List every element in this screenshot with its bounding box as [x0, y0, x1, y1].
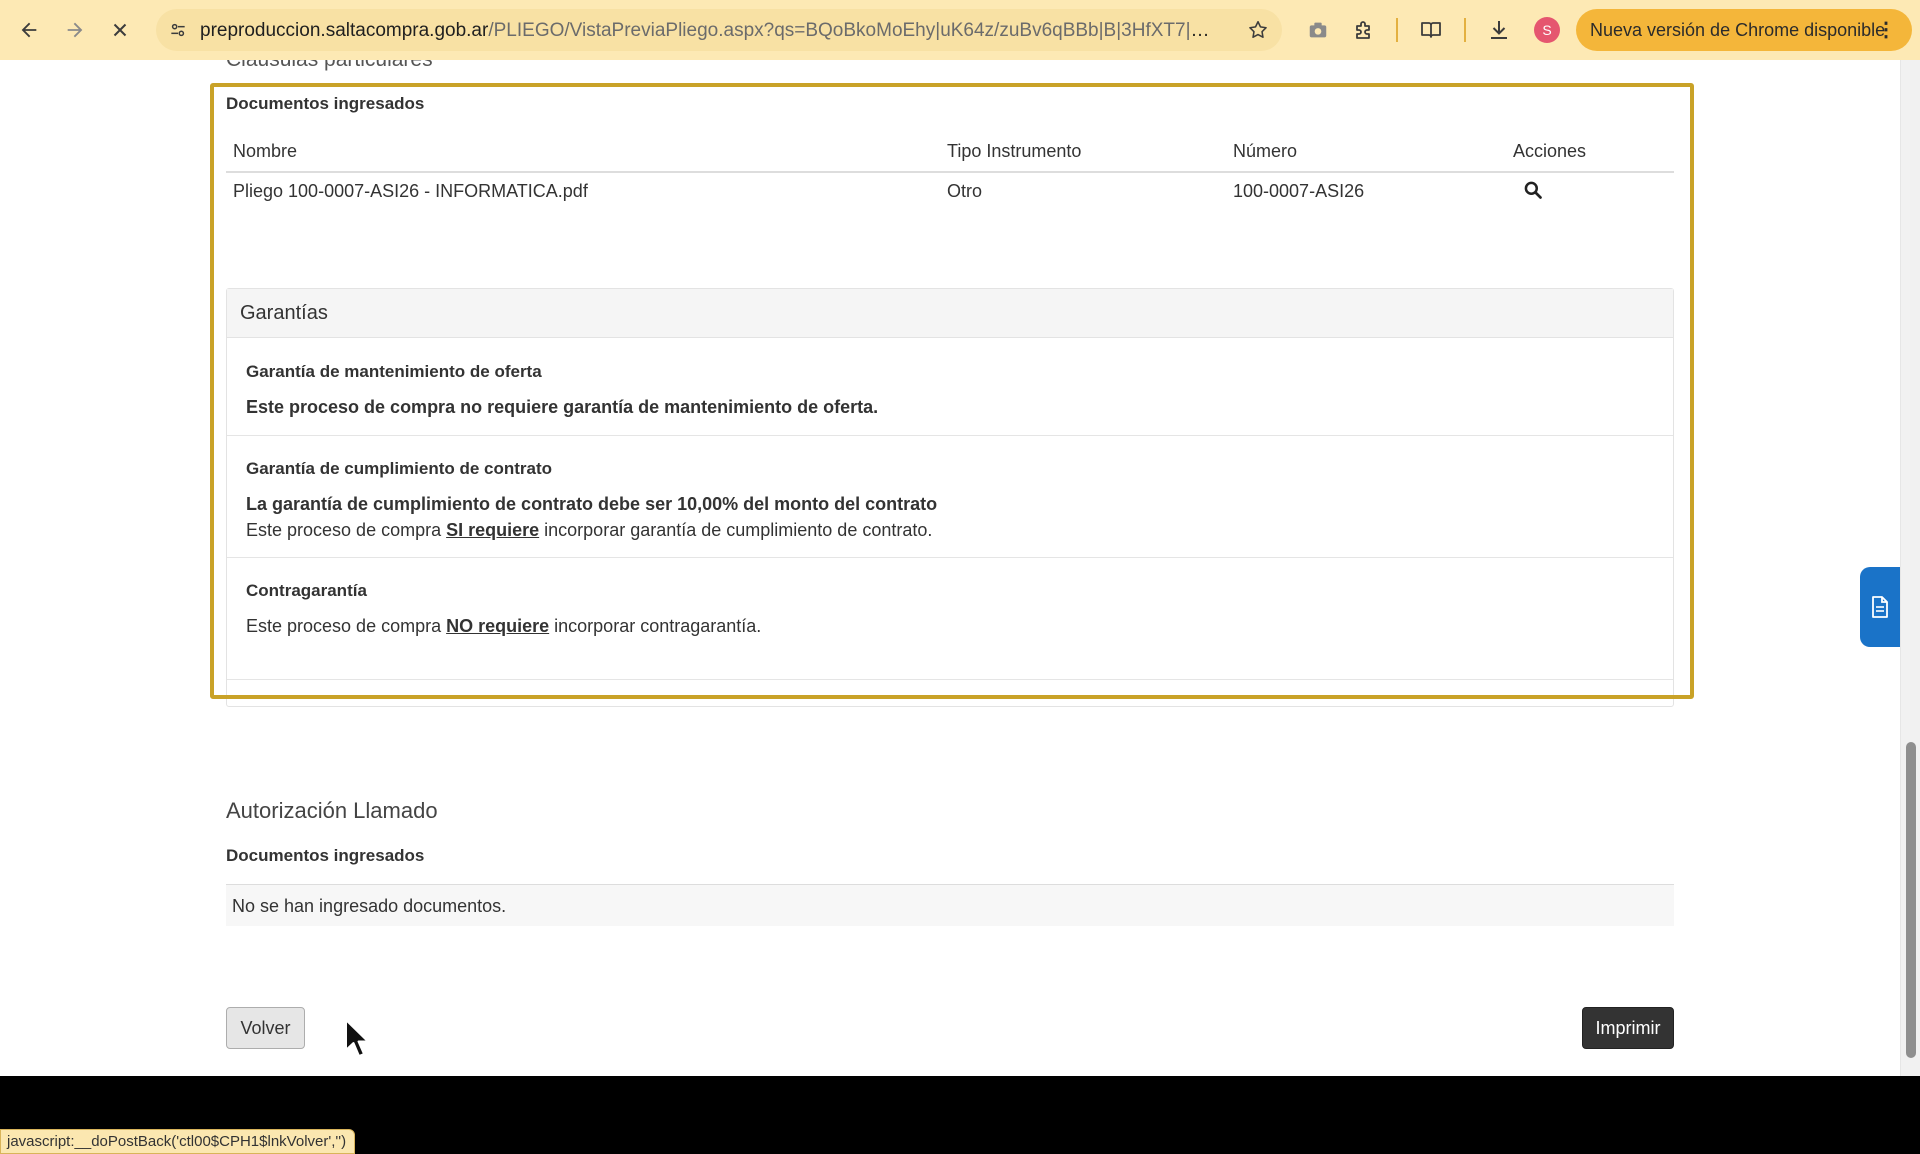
- url-host: preproduccion.saltacompra.gob.ar: [200, 20, 489, 41]
- download-icon[interactable]: [1481, 12, 1517, 48]
- browser-toolbar: preproduccion.saltacompra.gob.ar/PLIEGO/…: [0, 0, 1920, 60]
- vertical-scrollbar[interactable]: [1900, 60, 1920, 1076]
- empty-documents-row: No se han ingresado documentos.: [226, 884, 1674, 926]
- extensions-puzzle-icon[interactable]: [1346, 12, 1382, 48]
- chrome-update-label: Nueva versión de Chrome disponible: [1590, 19, 1886, 40]
- site-settings-icon[interactable]: [166, 18, 190, 42]
- scrollbar-thumb[interactable]: [1906, 742, 1916, 1058]
- autorizacion-llamado-title: Autorización Llamado: [226, 798, 438, 823]
- page-viewport: Cláusulas particulares Documentos ingres…: [0, 60, 1900, 1076]
- chrome-update-button[interactable]: Nueva versión de Chrome disponible ⋮: [1576, 9, 1912, 51]
- screenshot-camera-icon[interactable]: [1300, 12, 1336, 48]
- section-highlight-frame: [210, 83, 1694, 699]
- toolbar-divider: [1396, 18, 1398, 42]
- toolbar-divider: [1464, 18, 1466, 42]
- address-bar[interactable]: preproduccion.saltacompra.gob.ar/PLIEGO/…: [156, 9, 1282, 51]
- more-options-icon[interactable]: ⋮: [1876, 17, 1896, 42]
- mouse-pointer-icon: [345, 1019, 369, 1057]
- floating-side-tab[interactable]: [1860, 567, 1900, 647]
- stop-loading-icon[interactable]: [102, 12, 138, 48]
- autorizacion-documentos-label: Documentos ingresados: [226, 846, 425, 865]
- document-icon: [1872, 596, 1888, 618]
- clausulas-section-title: Cláusulas particulares: [226, 60, 433, 72]
- imprimir-button[interactable]: Imprimir: [1582, 1007, 1674, 1049]
- back-arrow-icon[interactable]: [11, 12, 47, 48]
- volver-button[interactable]: Volver: [226, 1007, 305, 1049]
- bookmark-star-icon[interactable]: [1246, 18, 1270, 42]
- reading-mode-icon[interactable]: [1413, 12, 1449, 48]
- url-text[interactable]: preproduccion.saltacompra.gob.ar/PLIEGO/…: [200, 20, 1210, 42]
- url-path: /PLIEGO/VistaPreviaPliego.aspx?qs=BQoBko…: [488, 20, 1210, 41]
- status-bar-url: javascript:__doPostBack('ctl00$CPH1$lnkV…: [0, 1129, 356, 1154]
- empty-documents-text: No se han ingresado documentos.: [232, 896, 507, 916]
- forward-arrow-icon[interactable]: [57, 12, 93, 48]
- profile-avatar[interactable]: S: [1534, 17, 1560, 43]
